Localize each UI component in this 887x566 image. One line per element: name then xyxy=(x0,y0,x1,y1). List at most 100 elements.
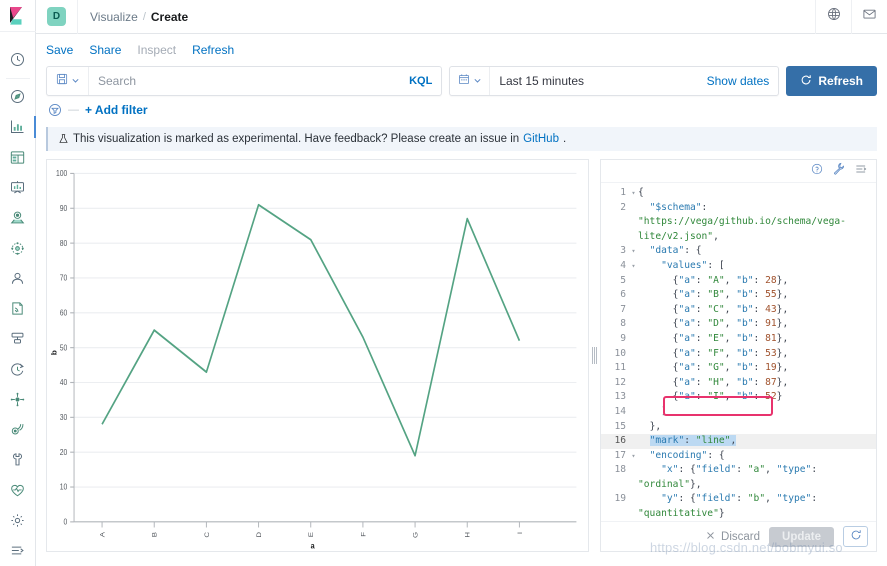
share-button[interactable]: Share xyxy=(89,43,121,57)
sidebar-item-metrics[interactable] xyxy=(0,324,36,354)
discard-button[interactable]: Discard xyxy=(706,531,760,543)
time-range-value[interactable]: Last 15 minutes xyxy=(490,74,697,88)
fold-toggle-icon[interactable]: ▾ xyxy=(629,186,638,201)
code-text: "values": [ xyxy=(638,259,876,274)
fold-spacer xyxy=(629,361,638,376)
code-line[interactable]: 10 {"a": "F", "b": 53}, xyxy=(601,347,876,362)
kibana-logo[interactable] xyxy=(0,0,36,32)
sidebar-item-visualize[interactable] xyxy=(0,112,36,142)
sidebar-item-siem[interactable] xyxy=(0,415,36,445)
vega-json-editor[interactable]: 1▾{2 "$schema": "https://vega/github.io/… xyxy=(601,183,876,521)
code-line[interactable]: 12 {"a": "H", "b": 87}, xyxy=(601,376,876,391)
callout-text-after: . xyxy=(563,133,566,145)
sidebar-item-logs[interactable] xyxy=(0,293,36,323)
fold-toggle-icon[interactable]: ▾ xyxy=(629,449,638,464)
y-tick-100: 100 xyxy=(56,169,67,179)
sidebar-item-apm[interactable] xyxy=(0,384,36,414)
query-language-button[interactable]: KQL xyxy=(400,75,441,87)
line-number: 19 xyxy=(601,492,629,521)
sidebar-item-graph[interactable] xyxy=(0,233,36,263)
code-text: {"a": "A", "b": 28}, xyxy=(638,274,876,289)
line-number: 11 xyxy=(601,361,629,376)
code-line[interactable]: 13 {"a": "I", "b": 52} xyxy=(601,390,876,405)
fold-toggle-icon[interactable]: ▾ xyxy=(629,259,638,274)
line-number: 15 xyxy=(601,420,629,435)
code-line[interactable]: 5 {"a": "A", "b": 28}, xyxy=(601,274,876,289)
x-axis-ticks xyxy=(102,522,519,528)
breadcrumb-visualize[interactable]: Visualize xyxy=(90,10,138,24)
code-line[interactable]: 17▾ "encoding": { xyxy=(601,449,876,464)
filter-icon[interactable] xyxy=(48,103,62,117)
avatar[interactable]: D xyxy=(36,0,78,34)
sidebar-item-maps[interactable] xyxy=(0,203,36,233)
code-line[interactable]: 18 "x": {"field": "a", "type": "ordinal"… xyxy=(601,463,876,492)
x-tick-A: A xyxy=(98,532,106,537)
resize-grip-icon xyxy=(592,347,597,364)
filter-bar: — + Add filter xyxy=(36,96,887,124)
y-axis-ticks xyxy=(70,173,74,521)
code-line[interactable]: 14 ] xyxy=(601,405,876,420)
fold-toggle-icon[interactable]: ▾ xyxy=(629,244,638,259)
x-axis-title: a xyxy=(311,541,316,551)
vega-line-chart[interactable]: 100 90 80 70 60 50 40 30 20 10 0 xyxy=(47,160,588,551)
help-button[interactable] xyxy=(815,0,851,34)
visualization-workspace: 100 90 80 70 60 50 40 30 20 10 0 xyxy=(36,151,887,556)
breadcrumb: Visualize / Create xyxy=(78,10,188,24)
metrics-icon xyxy=(10,331,25,346)
code-line[interactable]: 15 }, xyxy=(601,420,876,435)
clock-icon xyxy=(10,52,25,67)
code-line[interactable]: 9 {"a": "E", "b": 81}, xyxy=(601,332,876,347)
save-button[interactable]: Save xyxy=(46,43,73,57)
dashboard-icon xyxy=(10,150,25,165)
sidebar-item-uptime[interactable] xyxy=(0,354,36,384)
sidebar-item-dashboard[interactable] xyxy=(0,142,36,172)
editor-format-button[interactable] xyxy=(854,162,868,180)
reload-button[interactable] xyxy=(843,526,868,547)
callout-text: This visualization is marked as experime… xyxy=(73,133,519,145)
y-tick-80: 80 xyxy=(60,238,68,248)
sidebar-item-management[interactable] xyxy=(0,505,36,535)
code-line[interactable]: 11 {"a": "G", "b": 19}, xyxy=(601,361,876,376)
date-quick-select-button[interactable] xyxy=(450,67,490,95)
panel-resize-handle[interactable] xyxy=(589,159,600,552)
refresh-menu-button[interactable]: Refresh xyxy=(192,43,234,57)
sidebar-item-monitoring[interactable] xyxy=(0,475,36,505)
code-line[interactable]: 4▾ "values": [ xyxy=(601,259,876,274)
code-line[interactable]: 1▾{ xyxy=(601,186,876,201)
y-tick-10: 10 xyxy=(60,482,68,492)
editor-toolbar xyxy=(601,160,876,183)
mail-icon xyxy=(862,7,877,26)
editor-help-button[interactable] xyxy=(811,162,823,180)
code-line[interactable]: 16 "mark": "line", xyxy=(601,434,876,449)
sidebar-item-canvas[interactable] xyxy=(0,172,36,202)
query-bar: KQL xyxy=(36,66,887,96)
apm-icon xyxy=(10,392,25,407)
show-dates-button[interactable]: Show dates xyxy=(698,74,779,88)
sidebar-item-collapse-nav[interactable] xyxy=(0,536,36,566)
search-bar: KQL xyxy=(46,66,442,96)
canvas-icon xyxy=(10,180,25,195)
code-line[interactable]: 7 {"a": "C", "b": 43}, xyxy=(601,303,876,318)
add-filter-button[interactable]: + Add filter xyxy=(85,103,148,117)
news-button[interactable] xyxy=(851,0,887,34)
code-line[interactable]: 6 {"a": "B", "b": 55}, xyxy=(601,288,876,303)
editor-tools-button[interactable] xyxy=(832,162,845,180)
line-number: 12 xyxy=(601,376,629,391)
line-number: 9 xyxy=(601,332,629,347)
code-line[interactable]: 19 "y": {"field": "b", "type": "quantita… xyxy=(601,492,876,521)
code-line[interactable]: 2 "$schema": "https://vega/github.io/sch… xyxy=(601,201,876,245)
code-line[interactable]: 8 {"a": "D", "b": 91}, xyxy=(601,317,876,332)
refresh-button[interactable]: Refresh xyxy=(786,66,877,96)
sidebar-item-machine-learning[interactable] xyxy=(0,263,36,293)
main-region: D Visualize / Create xyxy=(36,0,887,566)
fold-spacer xyxy=(629,347,638,362)
sidebar-item-recently-viewed[interactable] xyxy=(0,44,36,74)
code-text: }, xyxy=(638,420,876,435)
github-link[interactable]: GitHub xyxy=(523,133,559,145)
code-line[interactable]: 3▾ "data": { xyxy=(601,244,876,259)
y-tick-20: 20 xyxy=(60,447,68,457)
search-input[interactable] xyxy=(89,74,400,88)
saved-query-button[interactable] xyxy=(47,67,89,95)
sidebar-item-discover[interactable] xyxy=(0,81,36,111)
sidebar-item-dev-tools[interactable] xyxy=(0,445,36,475)
